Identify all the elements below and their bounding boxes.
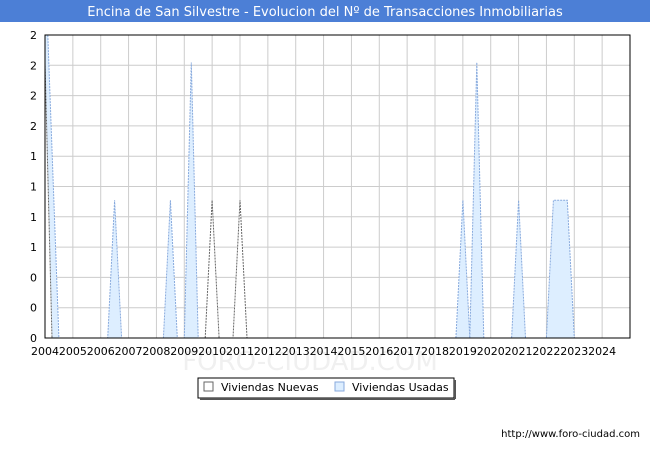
x-tick-label: 2011 [226,345,254,358]
x-tick-label: 2009 [170,345,198,358]
x-tick-label: 2005 [59,345,87,358]
x-tick-label: 2007 [115,345,143,358]
x-tick-label: 2010 [198,345,226,358]
chart-svg: Encina de San Silvestre - Evolucion del … [0,0,650,440]
y-tick-label: 1 [30,211,37,224]
x-tick-label: 2018 [421,345,449,358]
x-tick-label: 2023 [560,345,588,358]
y-tick-label: 1 [30,181,37,194]
x-tick-label: 2016 [365,345,393,358]
chart-title: Encina de San Silvestre - Evolucion del … [87,5,563,20]
y-axis-ticks: 0 0 0 1 1 1 1 2 2 2 2 [30,29,37,345]
x-tick-label: 2012 [254,345,282,358]
x-tick-label: 2004 [31,345,59,358]
y-tick-label: 2 [30,90,37,103]
y-tick-label: 2 [30,29,37,42]
y-tick-label: 1 [30,150,37,163]
x-tick-label: 2014 [310,345,338,358]
x-tick-label: 2008 [142,345,170,358]
y-tick-label: 0 [30,302,37,315]
x-tick-label: 2013 [282,345,310,358]
y-tick-label: 0 [30,332,37,345]
x-axis-ticks: 2004 2005 2006 2007 2008 2009 2010 2011 2012 2013… [31,345,616,358]
x-tick-label: 2019 [449,345,477,358]
x-tick-label: 2006 [87,345,115,358]
legend: Viviendas Nuevas Viviendas Usadas [197,377,456,400]
x-tick-label: 2022 [532,345,560,358]
x-tick-label: 2015 [337,345,365,358]
x-tick-label: 2024 [588,345,616,358]
y-tick-label: 1 [30,241,37,254]
x-tick-label: 2017 [393,345,421,358]
legend-label-nuevas: Viviendas Nuevas [221,381,319,394]
footer-url[interactable]: http://www.foro-ciudad.com [501,429,640,440]
legend-swatch-nuevas [203,381,214,392]
x-tick-label: 2021 [505,345,533,358]
legend-label-usadas: Viviendas Usadas [352,381,449,394]
legend-swatch-usadas [334,381,345,392]
y-tick-label: 2 [30,120,37,133]
y-tick-label: 2 [30,59,37,72]
y-tick-label: 0 [30,271,37,284]
x-tick-label: 2020 [477,345,505,358]
